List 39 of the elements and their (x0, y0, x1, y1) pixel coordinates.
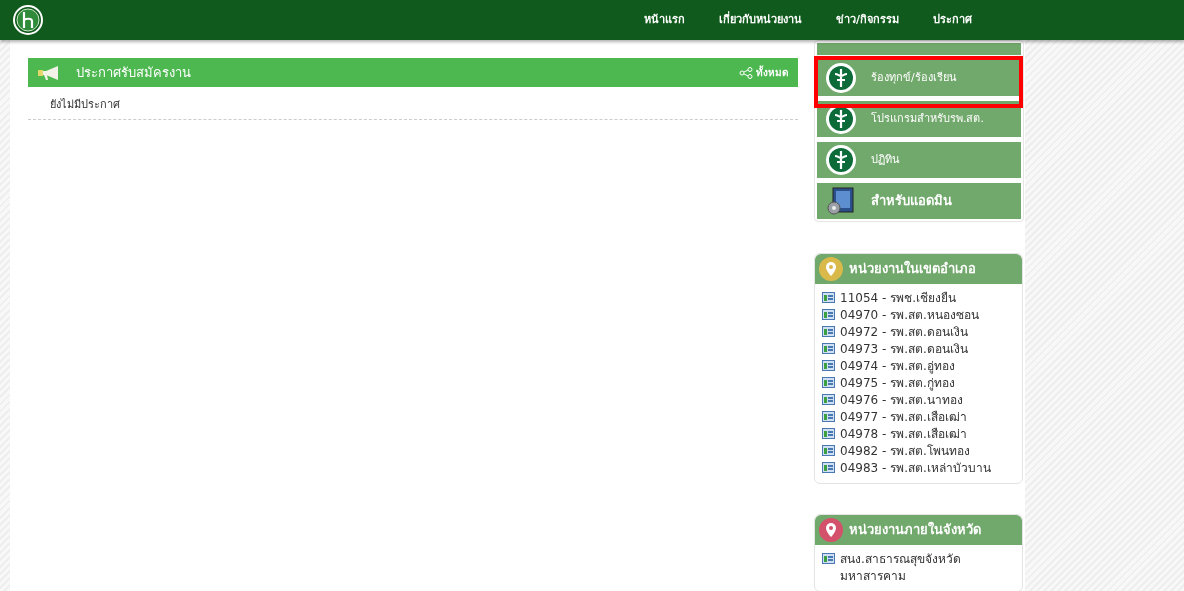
list-icon (822, 377, 835, 388)
unit-link[interactable]: 04975 - รพ.สต.กู่ทอง (822, 375, 1015, 392)
emblem-icon (825, 144, 857, 176)
unit-link[interactable]: สนง.สาธารณสุขจังหวัดมหาสารคาม (822, 551, 1015, 585)
location-pin-icon (819, 257, 843, 281)
unit-link[interactable]: 04983 - รพ.สต.เหล่าบัวบาน (822, 460, 1015, 477)
logo-icon[interactable] (12, 4, 44, 36)
list-icon (822, 292, 835, 303)
panel-title: หน่วยงานในเขตอำเภอ (849, 259, 976, 279)
list-icon (822, 553, 835, 564)
unit-link[interactable]: 04973 - รพ.สต.ดอนเงิน (822, 341, 1015, 358)
nav-link[interactable]: เกี่ยวกับหน่วยงาน (719, 11, 802, 29)
location-pin-icon (819, 518, 843, 542)
computer-gear-icon (825, 185, 857, 217)
nav-link[interactable]: หน้าแรก (644, 11, 685, 29)
unit-link[interactable]: 04976 - รพ.สต.นาทอง (822, 392, 1015, 409)
unit-link[interactable]: 04977 - รพ.สต.เสือเฒ่า (822, 409, 1015, 426)
unit-link[interactable]: 04978 - รพ.สต.เสือเฒ่า (822, 426, 1015, 443)
nav-link[interactable]: ประกาศ (933, 11, 973, 29)
list-icon (822, 326, 835, 337)
announcement-title: ประกาศรับสมัครงาน (76, 63, 191, 82)
list-icon (822, 309, 835, 320)
share-icon (739, 66, 753, 79)
list-icon (822, 428, 835, 439)
unit-link[interactable]: 11054 - รพช.เชียงยืน (822, 290, 1015, 307)
list-icon (822, 394, 835, 405)
panel-title: หน่วยงานภายในจังหวัด (849, 520, 981, 540)
list-icon (822, 360, 835, 371)
nav-link[interactable]: ข่าว/กิจกรรม (836, 11, 900, 29)
list-icon (822, 411, 835, 422)
list-icon (822, 462, 835, 473)
unit-link[interactable]: 04982 - รพ.สต.โพนทอง (822, 443, 1015, 460)
list-icon (822, 445, 835, 456)
empty-message: ยังไม่มีประกาศ (50, 98, 120, 111)
unit-link[interactable]: 04974 - รพ.สต.อู่ทอง (822, 358, 1015, 375)
list-icon (822, 343, 835, 354)
unit-link[interactable]: 04970 - รพ.สต.หนองซอน (822, 307, 1015, 324)
emblem-icon (825, 62, 857, 94)
unit-link[interactable]: 04972 - รพ.สต.ดอนเงิน (822, 324, 1015, 341)
